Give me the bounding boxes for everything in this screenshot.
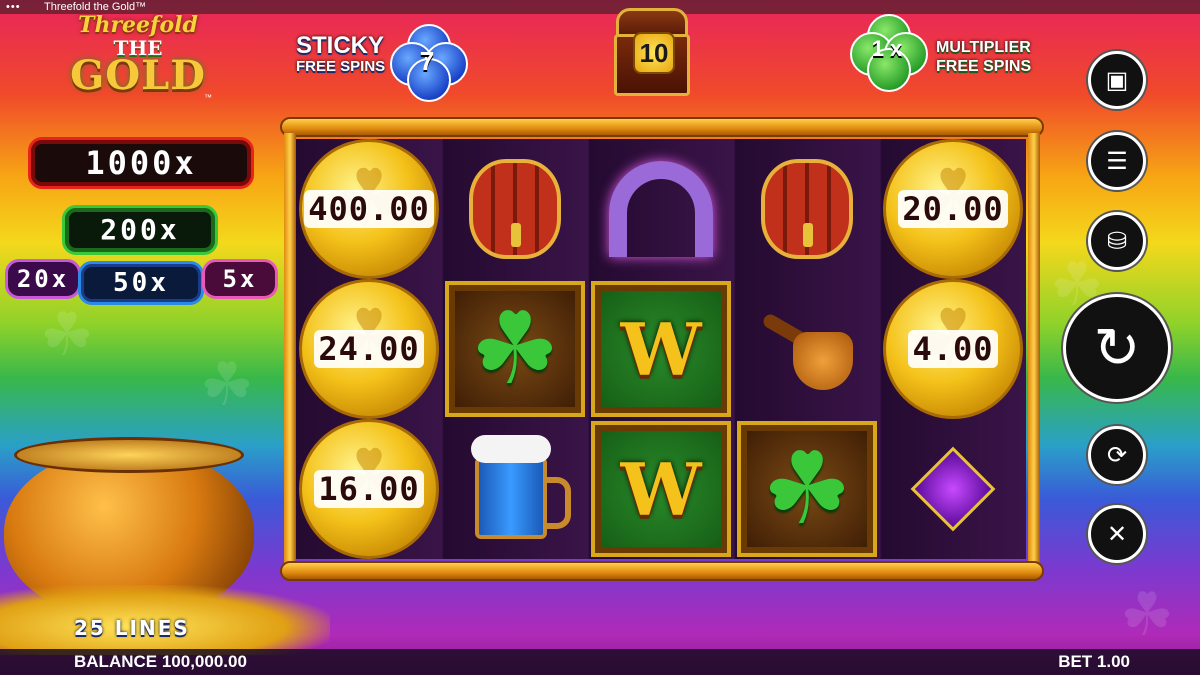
- multiplier-free-spins-feature: 1 x MULTIPLIER FREE SPINS: [850, 14, 1040, 94]
- game-logo: Threefold THE GOLD ™: [58, 12, 218, 108]
- autoplay-button[interactable]: ⟳: [1088, 426, 1146, 484]
- coin-value: 4.00: [908, 330, 998, 368]
- status-bar: BALANCE 100,000.00 BET 1.00: [0, 649, 1200, 675]
- autoplay-icon: ⟳: [1106, 441, 1128, 469]
- logo-line-3: GOLD: [70, 52, 206, 99]
- reel-cell: W: [588, 279, 734, 419]
- reel-cell: ☘24.00: [296, 279, 442, 419]
- free-spins-label: FREE SPINS: [296, 58, 386, 75]
- jackpot-20x: 20x: [5, 259, 81, 299]
- multiplier-free-spins-label: FREE SPINS: [936, 58, 1032, 75]
- reel-cell: ☘16.00: [296, 419, 442, 559]
- reel-cell: ☘20.00: [880, 139, 1026, 279]
- spin-icon: ↻: [1093, 316, 1141, 379]
- reel-cell: [442, 419, 588, 559]
- logo-trademark: ™: [204, 93, 212, 102]
- chest-count: 10: [633, 32, 675, 74]
- barrel-symbol: [469, 159, 561, 259]
- reel-grid: ☘400.00 ☘20.00 ☘24.00 ☘ W ☘4.00 ☘16.00 W ☘: [296, 139, 1026, 559]
- clover-symbol: ☘: [737, 421, 877, 557]
- coin-value: 16.00: [314, 470, 424, 508]
- gold-coin-symbol: ☘24.00: [299, 279, 439, 419]
- gold-coin-symbol: ☘20.00: [883, 139, 1023, 279]
- gold-coin-symbol: ☘400.00: [299, 139, 439, 279]
- reel-cell: ☘: [734, 419, 880, 559]
- jackpot-1000x: 1000x: [28, 137, 254, 189]
- bet-display[interactable]: BET 1.00: [1058, 649, 1130, 675]
- window-menu-dots[interactable]: •••: [6, 0, 21, 14]
- coin-stack-icon: ⛁: [1106, 227, 1128, 255]
- reel-cell: [588, 139, 734, 279]
- reel-cell: ☘4.00: [880, 279, 1026, 419]
- sticky-label: STICKY: [296, 32, 385, 59]
- turbo-button[interactable]: ✕: [1088, 505, 1146, 563]
- four-leaf-clover-icon: ☘: [470, 293, 560, 405]
- coin-value: 20.00: [898, 190, 1008, 228]
- bet-settings-button[interactable]: ⛁: [1088, 212, 1146, 270]
- jackpot-50x: 50x: [78, 261, 204, 305]
- sticky-free-spins-feature: STICKY FREE SPINS 7: [296, 24, 471, 102]
- gold-coin-symbol: ☘16.00: [299, 419, 439, 559]
- wild-symbol: W: [591, 421, 731, 557]
- wild-symbol: W: [591, 281, 731, 417]
- video-icon: ▣: [1105, 66, 1129, 94]
- diamond-symbol: [910, 446, 996, 532]
- barrel-symbol: [761, 159, 853, 259]
- treasure-chest-icon: 10: [612, 8, 692, 104]
- background-clover-icon: ☘: [40, 301, 94, 368]
- spin-button[interactable]: ↻: [1063, 294, 1171, 402]
- turbo-icon: ✕: [1106, 520, 1128, 548]
- reel-cell: [734, 139, 880, 279]
- beer-mug-symbol: [467, 435, 571, 543]
- reel-cell: [734, 279, 880, 419]
- wild-label: W: [620, 446, 702, 532]
- wild-label: W: [620, 306, 702, 392]
- four-leaf-clover-icon: ☘: [762, 433, 852, 545]
- background-clover-icon: ☘: [1120, 581, 1174, 648]
- gold-coin-symbol: ☘4.00: [883, 279, 1023, 419]
- multiplier-label: MULTIPLIER: [936, 39, 1031, 56]
- reel-cell: [442, 139, 588, 279]
- reel-cell: ☘: [442, 279, 588, 419]
- coin-value: 24.00: [314, 330, 424, 368]
- clover-symbol: ☘: [445, 281, 585, 417]
- green-clover-icon: 1 x: [850, 14, 928, 92]
- jackpot-200x: 200x: [62, 205, 218, 255]
- reel-cell: ☘400.00: [296, 139, 442, 279]
- reel-cell: [880, 419, 1026, 559]
- reel-cell: W: [588, 419, 734, 559]
- lines-label: 25 LINES: [74, 616, 190, 640]
- pipe-symbol: [757, 304, 857, 394]
- coin-value: 400.00: [304, 190, 434, 228]
- blue-clover-icon: 7: [390, 24, 468, 102]
- video-button[interactable]: ▣: [1088, 51, 1146, 109]
- horseshoe-symbol: [609, 161, 713, 257]
- menu-button[interactable]: ☰: [1088, 132, 1146, 190]
- jackpot-5x: 5x: [202, 259, 278, 299]
- sticky-count: 7: [419, 46, 435, 76]
- menu-icon: ☰: [1106, 147, 1128, 175]
- logo-line-1: Threefold: [78, 12, 198, 38]
- balance-display: BALANCE 100,000.00: [74, 652, 247, 671]
- background-clover-icon: ☘: [200, 351, 254, 418]
- multiplier-value: 1 x: [871, 36, 903, 61]
